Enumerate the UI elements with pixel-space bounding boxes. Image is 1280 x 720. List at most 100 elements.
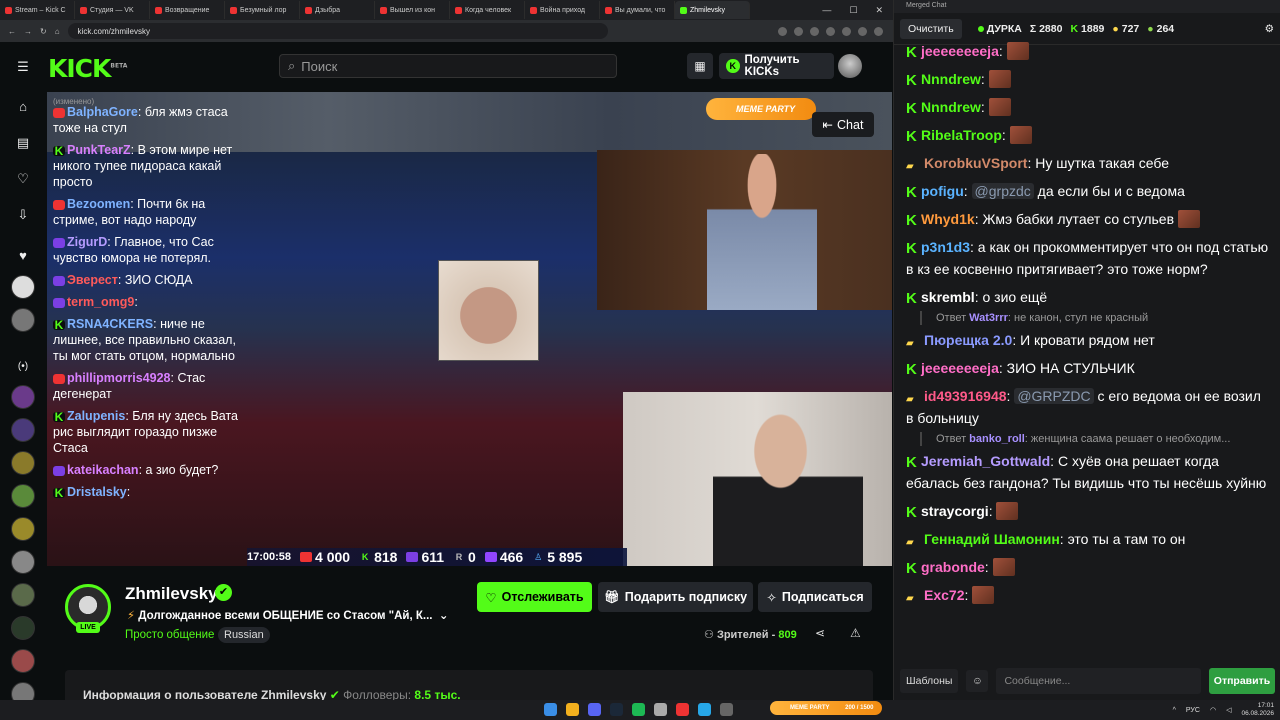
settings-icon[interactable]: ⚙	[1265, 23, 1274, 35]
category-link[interactable]: Просто общение	[125, 629, 214, 641]
browser-tab[interactable]: Возвращение	[150, 1, 225, 19]
menu-icon[interactable]	[874, 26, 883, 36]
followed-channel-avatar[interactable]	[11, 275, 35, 299]
chat-username[interactable]: Nnndrew	[921, 71, 981, 87]
chrome-icon[interactable]	[566, 703, 579, 716]
library-button[interactable]: ▦	[687, 53, 713, 79]
video-player[interactable]: MEME PARTY ⇤ Chat (изменено) BalphaGore:…	[47, 92, 892, 566]
chat-mention[interactable]: @grpzdc	[971, 183, 1034, 199]
gift-sub-button[interactable]: 🎁︎ Подарить подписку	[598, 582, 753, 612]
channel-avatar[interactable]	[11, 583, 35, 607]
heart-icon[interactable]: ♥	[14, 247, 32, 265]
browser-tab[interactable]: Студия — VK	[75, 1, 150, 19]
downloads-icon[interactable]: ⇩	[14, 206, 32, 224]
hamburger-icon[interactable]: ☰	[14, 58, 32, 76]
chat-username[interactable]: jeeeeeeeeja	[921, 360, 999, 376]
channel-avatar[interactable]	[11, 550, 35, 574]
chat-username[interactable]: Геннадий Шамонин	[924, 531, 1060, 547]
language-indicator[interactable]: РУС	[1186, 707, 1200, 714]
channel-name[interactable]: Zhmilevsky	[125, 584, 218, 604]
app-icon[interactable]	[720, 703, 733, 716]
maximize-icon[interactable]: ☐	[849, 5, 857, 16]
channel-avatar[interactable]	[11, 682, 35, 700]
extension-icon[interactable]	[842, 26, 851, 36]
extension-icon[interactable]	[810, 26, 819, 36]
reply-username[interactable]: Wat3rrr	[969, 312, 1008, 324]
subscribe-button[interactable]: ✧ Подписаться	[758, 582, 872, 612]
chat-mention[interactable]: @GRPZDC	[1014, 388, 1094, 404]
browser-tab[interactable]: Вышел из кон	[375, 1, 450, 19]
home-icon[interactable]: ⌂	[55, 27, 60, 36]
chat-username[interactable]: Exc72	[924, 587, 964, 603]
following-icon[interactable]: ♡	[14, 170, 32, 188]
chat-username[interactable]: skrembl	[921, 289, 975, 305]
chat-username[interactable]: Nnndrew	[921, 99, 981, 115]
templates-button[interactable]: Шаблоны	[900, 669, 959, 693]
kick-logo[interactable]: KICKBETA	[48, 54, 127, 83]
chat-username[interactable]: pofigu	[921, 183, 964, 199]
home-icon[interactable]: ⌂	[14, 98, 32, 116]
extension-icon[interactable]	[794, 26, 803, 36]
chevron-down-icon[interactable]: ⌄	[436, 610, 449, 622]
chat-username[interactable]: Whyd1k	[921, 211, 975, 227]
back-icon[interactable]: ←	[8, 27, 16, 36]
browser-tab[interactable]: Когда человек	[450, 1, 525, 19]
clock[interactable]: 17:01 06.08.2026	[1241, 702, 1274, 718]
extension-icon[interactable]	[858, 26, 867, 36]
browser-tab-active[interactable]: Zhmilevsky	[675, 1, 750, 19]
app-icon[interactable]	[654, 703, 667, 716]
spotify-icon[interactable]	[632, 703, 645, 716]
channel-avatar[interactable]	[11, 616, 35, 640]
minimize-icon[interactable]: —	[822, 5, 831, 16]
chat-username[interactable]: p3n1d3	[921, 239, 970, 255]
channel-avatar[interactable]	[11, 385, 35, 409]
forward-icon[interactable]: →	[24, 27, 32, 36]
chat-username[interactable]: jeeeeeeeeja	[921, 43, 999, 59]
close-icon[interactable]: ✕	[875, 5, 883, 16]
channel-avatar[interactable]	[11, 517, 35, 541]
chat-username[interactable]: Jeremiah_Gottwald	[921, 453, 1050, 469]
steam-icon[interactable]	[610, 703, 623, 716]
telegram-icon[interactable]	[698, 703, 711, 716]
volume-icon[interactable]: ◁	[1226, 706, 1231, 714]
extension-icon[interactable]	[778, 26, 787, 36]
chat-username[interactable]: KorobkuVSport	[924, 155, 1027, 171]
stream-title[interactable]: ⚡ Долгожданное всеми ОБЩЕНИЕ со Стасом "…	[127, 608, 449, 622]
user-avatar[interactable]	[838, 54, 862, 78]
get-kicks-button[interactable]: K Получить KICKs	[719, 53, 834, 79]
message-input[interactable]: Сообщение...	[996, 668, 1201, 694]
language-tag[interactable]: Russian	[218, 627, 270, 643]
chat-username[interactable]: grabonde	[921, 559, 985, 575]
browser-tab[interactable]: Война приход	[525, 1, 600, 19]
tray-chevron-icon[interactable]: ^	[1173, 707, 1176, 714]
extension-icon[interactable]	[826, 26, 835, 36]
chat-username[interactable]: straycorgi	[921, 503, 989, 519]
emoji-icon[interactable]: ☺	[966, 670, 989, 692]
browser-tab[interactable]: Вы думали, что	[600, 1, 675, 19]
start-icon[interactable]	[544, 703, 557, 716]
report-icon[interactable]: ⚠	[850, 626, 861, 640]
url-field[interactable]: kick.com/zhmilevsky	[67, 23, 608, 39]
reload-icon[interactable]: ↻	[40, 27, 47, 36]
channel-avatar[interactable]	[11, 649, 35, 673]
browser-tab[interactable]: Дзыбра	[300, 1, 375, 19]
share-icon[interactable]: ⋖	[815, 626, 825, 640]
chat-username[interactable]: Пюрещка 2.0	[924, 332, 1012, 348]
discord-icon[interactable]	[588, 703, 601, 716]
browser-tab[interactable]: Безумный лор	[225, 1, 300, 19]
wifi-icon[interactable]: ◠	[1210, 706, 1216, 714]
channel-avatar[interactable]	[11, 451, 35, 475]
chat-toggle-button[interactable]: ⇤ Chat	[812, 112, 874, 137]
reply-username[interactable]: banko_roll	[969, 433, 1025, 445]
channel-avatar[interactable]	[11, 418, 35, 442]
chat-username[interactable]: id493916948	[924, 388, 1007, 404]
channel-avatar[interactable]	[11, 484, 35, 508]
followed-channel-avatar[interactable]	[11, 308, 35, 332]
search-input[interactable]: ⌕ Поиск	[279, 54, 617, 78]
send-button[interactable]: Отправить	[1209, 668, 1275, 694]
browse-icon[interactable]: ▤	[14, 134, 32, 152]
chat-username[interactable]: RibelaTroop	[921, 127, 1002, 143]
app-icon[interactable]	[676, 703, 689, 716]
follow-button[interactable]: ♡ Отслеживать	[477, 582, 592, 612]
browser-tab[interactable]: Stream – Kick C	[0, 1, 75, 19]
